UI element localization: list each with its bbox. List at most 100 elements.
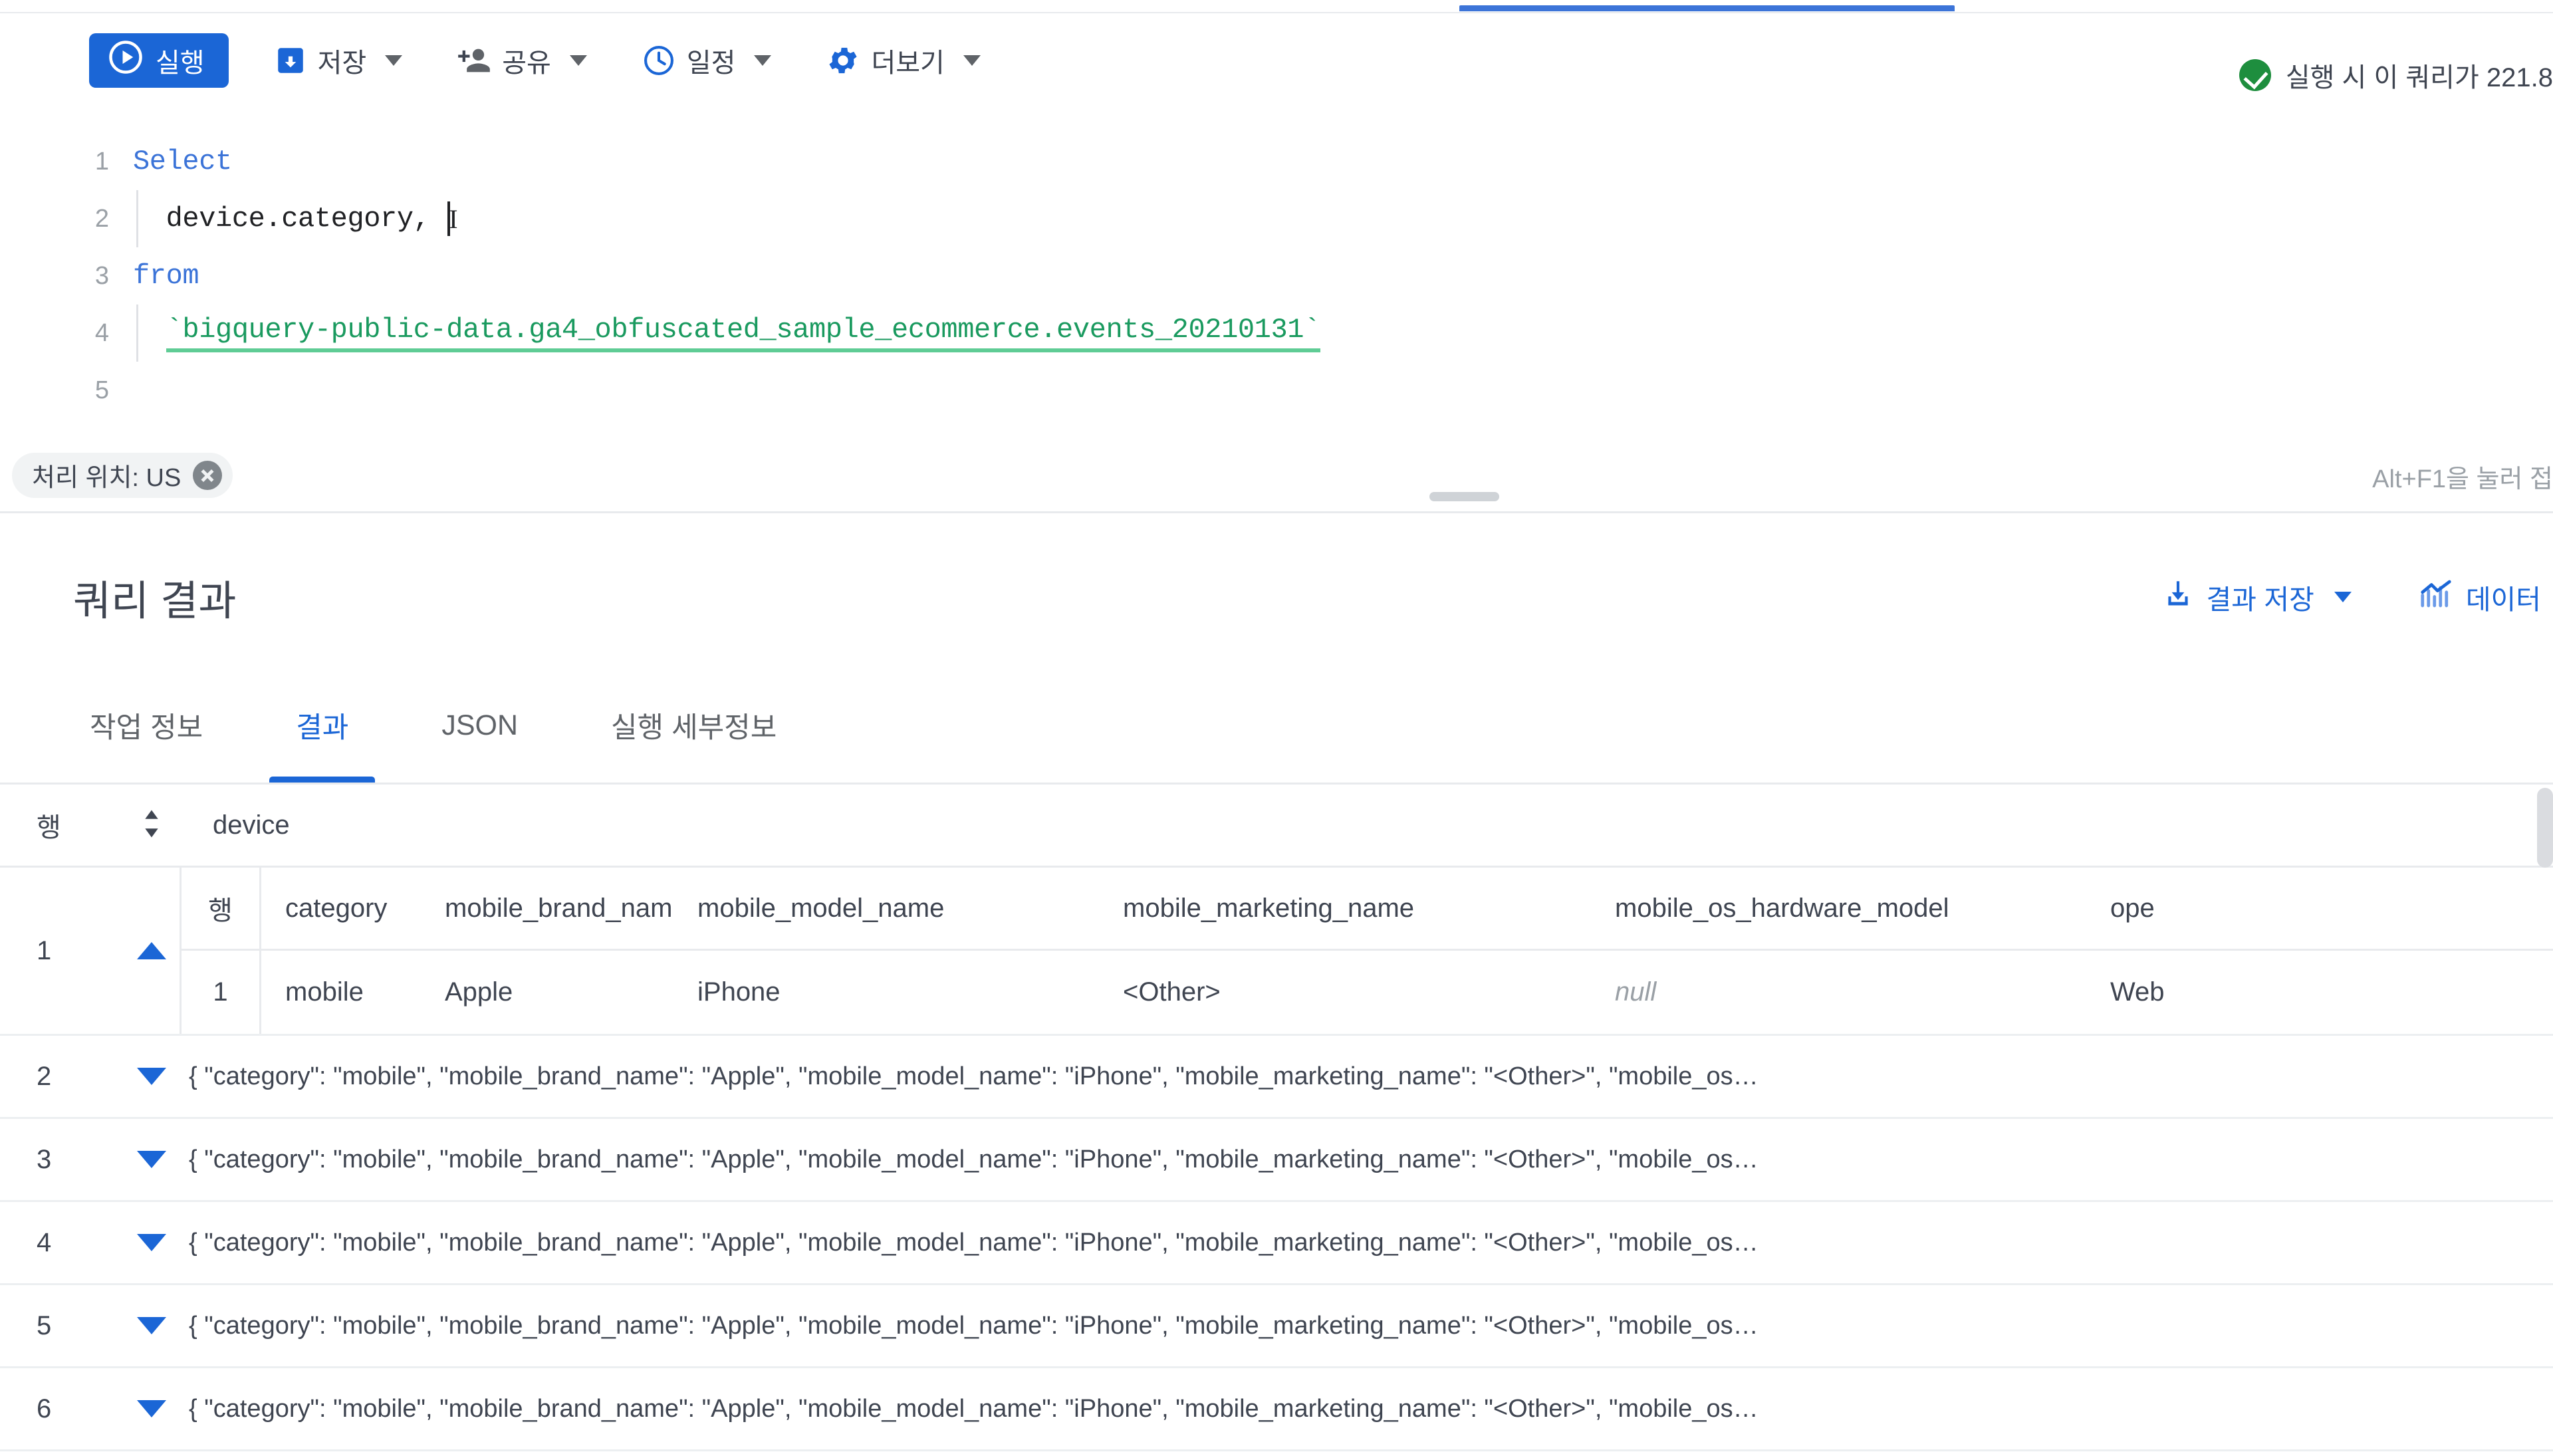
nested-column-header-row: 행 <box>182 868 261 949</box>
results-vertical-scrollbar[interactable] <box>2537 788 2553 868</box>
table-row: 1 행 category mobile_brand_name mobile_mo… <box>0 868 2553 1036</box>
cell-mobile-brand-name: Apple <box>445 977 513 1007</box>
processing-location-label: 처리 위치: US <box>32 464 182 492</box>
clock-icon <box>642 43 676 78</box>
share-query-button[interactable]: 공유 <box>447 33 596 88</box>
cell-mobile-os-hardware-model: null <box>1615 977 1657 1007</box>
more-options-button[interactable]: 더보기 <box>816 33 989 88</box>
close-icon[interactable] <box>193 460 223 490</box>
code-keyword: from <box>133 260 199 292</box>
query-validator-text: 실행 시 이 쿼리가 221.8 <box>2285 63 2553 92</box>
line-number: 4 <box>94 318 109 347</box>
tab-label: 작업 정보 <box>90 712 203 744</box>
sql-editor[interactable]: 1 Select 2 device.category, I 3 from 4 `… <box>0 133 2553 439</box>
schedule-query-button[interactable]: 일정 <box>632 33 781 88</box>
indent-guide <box>136 190 138 247</box>
tab-execution-details[interactable]: 실행 세부정보 <box>584 668 803 783</box>
cell-device-json: { "category": "mobile", "mobile_brand_na… <box>189 1311 1759 1340</box>
table-row: 6 { "category": "mobile", "mobile_brand_… <box>0 1368 2553 1451</box>
results-table: 행 device 1 행 category mobile_brand_name … <box>0 785 2553 1456</box>
sort-toggle[interactable] <box>123 804 180 846</box>
triangle-down-icon <box>136 1068 166 1085</box>
results-tabs: 작업 정보 결과 JSON 실행 세부정보 <box>0 668 2553 785</box>
cell-mobile-marketing-name: <Other> <box>1123 977 1221 1007</box>
tab-label: 실행 세부정보 <box>611 712 777 744</box>
row-number: 1 <box>37 935 52 965</box>
save-icon <box>274 44 307 77</box>
nested-column-header-mobile-model-name: mobile_model_name <box>697 893 945 923</box>
triangle-down-icon <box>136 1151 166 1168</box>
query-validator: 실행 시 이 쿼리가 221.8 <box>2239 29 2553 121</box>
chart-icon <box>2418 576 2454 618</box>
query-toolbar: 실행 저장 공유 일정 더보기 실행 시 이 쿼리가 221.8 <box>0 15 2553 106</box>
sort-updown-icon <box>138 804 165 846</box>
column-header-row: 행 <box>37 813 61 842</box>
code-line: 2 device.category, I <box>0 190 2553 247</box>
cell-device-json: { "category": "mobile", "mobile_brand_na… <box>189 1228 1759 1257</box>
run-query-button[interactable]: 실행 <box>89 33 229 88</box>
table-row: 4 { "category": "mobile", "mobile_brand_… <box>0 1202 2553 1285</box>
table-row: 2 { "category": "mobile", "mobile_brand_… <box>0 1036 2553 1119</box>
nested-column-header-mobile-marketing-name: mobile_marketing_name <box>1123 893 1415 923</box>
table-row: 3 { "category": "mobile", "mobile_brand_… <box>0 1119 2553 1202</box>
line-number: 5 <box>94 376 109 404</box>
tab-job-information[interactable]: 작업 정보 <box>63 668 229 783</box>
processing-location-bar: 처리 위치: US Alt+F1을 눌러 접 <box>0 439 2553 513</box>
tab-json[interactable]: JSON <box>415 668 545 783</box>
nested-column-header-operating-system: ope <box>2110 893 2155 923</box>
expand-row-toggle[interactable] <box>123 1202 180 1283</box>
explore-data-label: 데이터 <box>2465 584 2541 615</box>
tab-results[interactable]: 결과 <box>269 668 376 783</box>
download-icon <box>2161 577 2195 617</box>
table-reference[interactable]: `bigquery-public-data.ga4_obfuscated_sam… <box>166 314 1320 352</box>
triangle-down-icon <box>136 1400 166 1417</box>
cell-mobile-model-name: iPhone <box>697 977 781 1007</box>
cell-category: mobile <box>285 977 364 1007</box>
expand-row-toggle[interactable] <box>123 1036 180 1117</box>
row-number: 3 <box>37 1144 52 1174</box>
i-beam-pointer-icon: I <box>449 203 458 234</box>
nested-column-header-mobile-brand-name: mobile_brand_name <box>445 893 673 923</box>
table-header-row: 행 device <box>0 785 2553 868</box>
chevron-down-icon <box>2334 591 2352 602</box>
cell-device-json: { "category": "mobile", "mobile_brand_na… <box>189 1145 1759 1173</box>
triangle-down-icon <box>136 1317 166 1334</box>
expand-row-toggle[interactable] <box>123 1119 180 1200</box>
expand-row-toggle[interactable] <box>123 1285 180 1366</box>
explore-data-button[interactable]: 데이터 <box>2406 576 2553 618</box>
nested-column-header-mobile-os-hardware-model: mobile_os_hardware_model <box>1615 893 1949 923</box>
line-number: 2 <box>94 204 109 233</box>
accessibility-hint: Alt+F1을 눌러 접 <box>2372 465 2553 493</box>
bigquery-app: 실행 저장 공유 일정 더보기 실행 시 이 쿼리가 221.8 1 Selec… <box>0 0 2553 1456</box>
code-keyword: Select <box>133 146 232 178</box>
check-circle-icon <box>2239 59 2271 91</box>
nested-struct-table: 행 category mobile_brand_name mobile_mode… <box>180 868 2553 1034</box>
code-line: 1 Select <box>0 133 2553 190</box>
code-line: 4 `bigquery-public-data.ga4_obfuscated_s… <box>0 304 2553 362</box>
collapse-row-toggle[interactable] <box>123 868 180 1034</box>
code-line: 3 from <box>0 247 2553 304</box>
column-header-device: device <box>213 810 290 840</box>
line-number: 3 <box>94 261 109 290</box>
active-tab-indicator <box>1459 5 1955 11</box>
processing-location-chip[interactable]: 처리 위치: US <box>12 452 233 498</box>
cell-operating-system: Web <box>2110 977 2165 1007</box>
panel-resize-handle[interactable] <box>1429 492 1499 501</box>
query-results-header: 쿼리 결과 결과 저장 데이터 <box>0 525 2553 668</box>
row-number: 5 <box>37 1310 52 1340</box>
table-row: 5 { "category": "mobile", "mobile_brand_… <box>0 1285 2553 1368</box>
row-number: 4 <box>37 1227 52 1257</box>
row-number: 2 <box>37 1061 52 1091</box>
play-circle-icon <box>108 39 144 82</box>
expand-row-toggle[interactable] <box>123 1368 180 1449</box>
save-query-button[interactable]: 저장 <box>265 33 412 88</box>
person-add-icon <box>457 43 491 78</box>
tab-label: JSON <box>441 709 518 741</box>
nested-column-header-category: category <box>285 893 388 923</box>
row-number: 6 <box>37 1394 52 1423</box>
nested-header-row: 행 category mobile_brand_name mobile_mode… <box>182 868 2553 951</box>
save-results-button[interactable]: 결과 저장 <box>2149 577 2364 617</box>
results-actions: 결과 저장 데이터 <box>2107 525 2553 668</box>
save-results-label: 결과 저장 <box>2206 584 2314 615</box>
line-number: 1 <box>94 147 109 176</box>
